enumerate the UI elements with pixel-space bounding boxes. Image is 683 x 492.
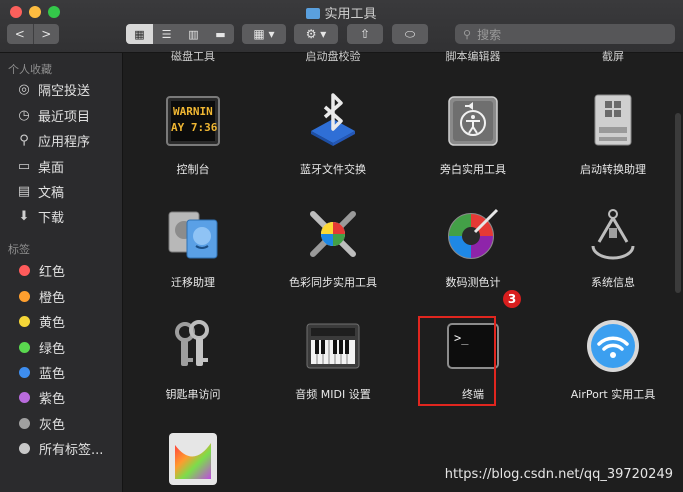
watermark-text: https://blog.csdn.net/qq_39720249	[444, 467, 673, 482]
midi-icon	[306, 323, 360, 369]
tag-color-dot	[19, 391, 30, 403]
app-item-boot-camp[interactable]: 启动转换助理	[543, 93, 683, 183]
airdrop-icon: ◎	[18, 81, 30, 97]
app-item-colorsync-utility[interactable]: 色彩同步实用工具	[263, 206, 403, 296]
folder-icon	[306, 8, 321, 19]
edit-tags-button[interactable]: ⬭	[392, 24, 428, 44]
app-item-console[interactable]: WARNIN AY 7:36 控制台	[123, 93, 263, 183]
search-field[interactable]: ⚲ 搜索	[455, 24, 675, 44]
grapher-icon	[169, 433, 217, 485]
sidebar-item-recents[interactable]: ◷ 最近项目	[16, 105, 120, 125]
icon-view-button[interactable]: ▦	[126, 24, 153, 44]
app-item-airport-utility[interactable]: AirPort 实用工具	[543, 318, 683, 408]
voiceover-icon	[448, 96, 498, 146]
sidebar-tag-purple[interactable]: 紫色	[16, 387, 120, 407]
app-item-voiceover-utility[interactable]: 旁白实用工具	[403, 93, 543, 183]
sidebar-tag-gray[interactable]: 灰色	[16, 413, 120, 433]
tag-color-dot	[19, 264, 30, 276]
sidebar-tag-yellow[interactable]: 黄色	[16, 311, 120, 331]
document-icon: ▤	[17, 183, 31, 199]
sidebar-item-applications[interactable]: ⚲ 应用程序	[16, 130, 120, 150]
search-placeholder: 搜索	[477, 27, 502, 42]
back-button[interactable]: <	[7, 24, 34, 44]
app-item-system-information[interactable]: 系统信息	[543, 206, 683, 296]
app-item-keychain-access[interactable]: 钥匙串访问	[123, 318, 263, 408]
sidebar-all-tags[interactable]: 所有标签...	[16, 438, 120, 458]
view-mode-group: ▦ ☰ ▥ ▬	[126, 24, 234, 44]
navigation-buttons: < >	[7, 24, 59, 44]
app-item-audio-midi-setup[interactable]: 音频 MIDI 设置	[263, 318, 403, 408]
app-item-digital-color-meter[interactable]: 数码测色计	[403, 206, 543, 296]
applications-icon: ⚲	[19, 132, 29, 148]
app-item-migration-assistant[interactable]: 迁移助理	[123, 206, 263, 296]
action-menu-button[interactable]: ⚙ ▾	[294, 24, 338, 44]
bootcamp-icon	[594, 94, 632, 146]
item-label-screenshot[interactable]: 截屏	[543, 48, 683, 64]
console-screen-text-1: WARNIN	[173, 105, 213, 118]
sidebar-tag-green[interactable]: 绿色	[16, 337, 120, 357]
airport-icon	[587, 320, 639, 372]
console-screen-text-2: AY 7:36	[171, 121, 218, 134]
tag-color-dot	[19, 315, 30, 327]
tags-header: 标签	[8, 243, 30, 256]
tag-color-dot	[19, 366, 30, 378]
tag-color-dot	[19, 442, 30, 454]
colorsync-icon	[310, 211, 356, 257]
title-bar: 实用工具 < > ▦ ☰ ▥ ▬ ▦ ▾ ⚙ ▾ ⇧ ⬭ ⚲ 搜索	[0, 0, 683, 53]
step-badge: 3	[503, 290, 521, 308]
file-grid: 磁盘工具 启动盘校验 脚本编辑器 截屏 WARNIN AY 7:36 控制台 蓝…	[123, 50, 683, 492]
sidebar-tag-red[interactable]: 红色	[16, 260, 120, 280]
sidebar-tag-orange[interactable]: 橙色	[16, 286, 120, 306]
vertical-scrollbar[interactable]	[675, 113, 681, 293]
sidebar-tag-blue[interactable]: 蓝色	[16, 362, 120, 382]
system-info-icon	[591, 209, 635, 260]
console-icon: WARNIN AY 7:36	[166, 96, 220, 146]
item-label-startup-disk[interactable]: 启动盘校验	[263, 48, 403, 64]
forward-button[interactable]: >	[34, 24, 60, 44]
favorites-header: 个人收藏	[8, 63, 52, 76]
terminal-highlight-box	[418, 316, 496, 406]
sidebar-item-documents[interactable]: ▤ 文稿	[16, 181, 120, 201]
list-view-button[interactable]: ☰	[153, 24, 180, 44]
tag-color-dot	[19, 290, 30, 302]
gallery-view-button[interactable]: ▬	[207, 24, 234, 44]
download-icon: ⬇	[18, 208, 30, 224]
tag-color-dot	[19, 417, 30, 429]
sidebar-item-downloads[interactable]: ⬇ 下载	[16, 206, 120, 226]
desktop-icon: ▭	[17, 158, 31, 174]
app-item-bluetooth-exchange[interactable]: 蓝牙文件交换	[263, 93, 403, 183]
sidebar-item-desktop[interactable]: ▭ 桌面	[16, 156, 120, 176]
keychain-icon	[175, 320, 209, 366]
window-title: 实用工具	[0, 3, 683, 22]
item-label-script-editor[interactable]: 脚本编辑器	[403, 48, 543, 64]
clock-icon: ◷	[18, 107, 30, 123]
colormeter-icon	[448, 208, 499, 259]
app-item-grapher[interactable]	[123, 429, 263, 492]
migration-icon	[168, 211, 218, 259]
sidebar-item-airdrop[interactable]: ◎ 隔空投送	[16, 79, 120, 99]
column-view-button[interactable]: ▥	[180, 24, 207, 44]
group-by-button[interactable]: ▦ ▾	[242, 24, 286, 44]
tag-color-dot	[19, 341, 30, 353]
bluetooth-icon	[311, 93, 355, 146]
share-button[interactable]: ⇧	[347, 24, 383, 44]
search-icon: ⚲	[463, 27, 472, 41]
item-label-disk-utility[interactable]: 磁盘工具	[123, 48, 263, 64]
sidebar: 个人收藏 ◎ 隔空投送 ◷ 最近项目 ⚲ 应用程序 ▭ 桌面 ▤ 文稿 ⬇ 下载…	[0, 53, 123, 492]
